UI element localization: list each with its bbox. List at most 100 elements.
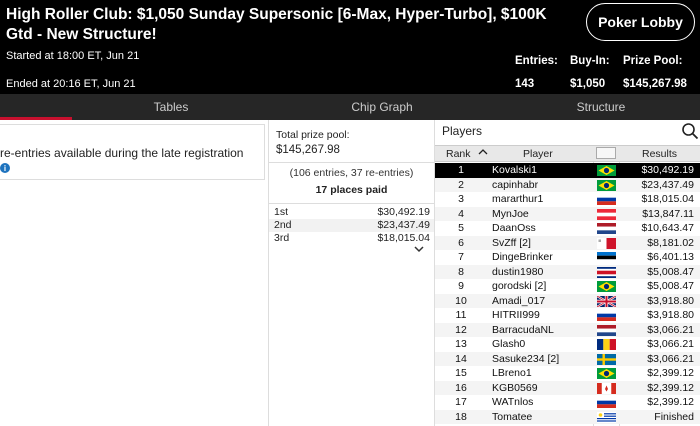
prize-pool-value: $145,267.98 xyxy=(623,78,687,90)
players-panel: Players Rank Player Results 1 Kovalski1 $3… xyxy=(435,120,700,426)
player-name: Tomatee xyxy=(492,410,533,423)
player-row[interactable]: 9 gorodski [2] $5,008.47 xyxy=(435,279,700,294)
player-rank: 16 xyxy=(455,381,467,394)
player-result: $30,492.19 xyxy=(641,164,694,176)
poker-lobby-button[interactable]: Poker Lobby xyxy=(586,3,695,41)
player-row[interactable]: 4 MynJoe $13,847.11 xyxy=(435,206,700,221)
player-row[interactable]: 10 Amadi_017 $3,918.80 xyxy=(435,293,700,308)
payout-row: 2nd $23,437.49 xyxy=(269,219,434,232)
player-result: $3,066.21 xyxy=(647,323,694,336)
payout-amount: $30,492.19 xyxy=(377,206,430,218)
player-name: mararthur1 xyxy=(492,193,544,205)
start-time: Started at 18:00 ET, Jun 21 xyxy=(6,50,140,62)
player-column-header[interactable]: Player xyxy=(523,148,553,160)
rank-column-header[interactable]: Rank xyxy=(446,148,471,160)
player-name: gorodski [2] xyxy=(492,280,547,292)
player-name: HITRII999 xyxy=(492,309,540,321)
sweden-flag-icon xyxy=(597,353,616,365)
player-name: SvZff [2] xyxy=(492,236,531,249)
player-name: KGB0569 xyxy=(492,381,538,394)
player-result: $6,401.13 xyxy=(647,251,694,263)
player-rank: 4 xyxy=(458,207,464,220)
canada-flag-icon xyxy=(597,382,616,394)
chevron-down-icon[interactable] xyxy=(409,245,429,255)
payout-place: 1st xyxy=(274,206,289,218)
total-prize-pool-value: $145,267.98 xyxy=(276,144,340,156)
player-name: DingeBrinker xyxy=(492,251,553,263)
player-result: $5,008.47 xyxy=(647,265,694,278)
player-row[interactable]: 18 Tomatee Finished xyxy=(435,409,700,424)
costa-rica-flag-icon xyxy=(597,266,616,278)
active-tab-indicator xyxy=(0,117,72,120)
tab-tables[interactable]: Tables xyxy=(96,94,246,120)
player-name: BarracudaNL xyxy=(492,323,554,336)
player-result: $3,066.21 xyxy=(647,352,694,365)
tab-structure[interactable]: Structure xyxy=(526,94,676,120)
player-name: WATnlos xyxy=(492,396,534,408)
results-column-header[interactable]: Results xyxy=(642,148,677,160)
estonia-flag-icon xyxy=(597,252,616,263)
buyin-label: Buy-In: xyxy=(570,55,610,67)
brazil-flag-icon xyxy=(597,179,616,191)
player-row[interactable]: 3 mararthur1 $18,015.04 xyxy=(435,192,700,207)
player-result: $8,181.02 xyxy=(647,236,694,249)
romania-flag-icon xyxy=(597,339,616,350)
player-result: $3,066.21 xyxy=(647,338,694,350)
player-row[interactable]: 13 Glash0 $3,066.21 xyxy=(435,337,700,352)
tab-chip-graph[interactable]: Chip Graph xyxy=(307,94,457,120)
payout-place: 3rd xyxy=(274,232,290,244)
player-rank: 7 xyxy=(458,251,464,263)
player-row[interactable]: 16 KGB0569 $2,399.12 xyxy=(435,380,700,395)
player-rank: 1 xyxy=(458,164,464,176)
payout-row: 3rd $18,015.04 xyxy=(269,232,434,245)
player-rank: 14 xyxy=(455,352,467,365)
payout-place: 2nd xyxy=(274,219,292,231)
player-name: Kovalski1 xyxy=(492,164,537,176)
player-row[interactable]: 11 HITRII999 $3,918.80 xyxy=(435,308,700,323)
info-icon[interactable]: i xyxy=(0,163,10,173)
payout-amount: $23,437.49 xyxy=(377,219,430,231)
divider xyxy=(269,162,434,163)
brazil-flag-icon xyxy=(597,165,616,176)
player-row[interactable]: 12 BarracudaNL $3,066.21 xyxy=(435,322,700,337)
austria-flag-icon xyxy=(597,208,616,220)
tournament-header: High Roller Club: $1,050 Sunday Superson… xyxy=(0,0,700,94)
russia-flag-icon xyxy=(597,397,616,408)
player-row[interactable]: 6 SvZff [2] $8,181.02 xyxy=(435,235,700,250)
players-table-header: Rank Player Results xyxy=(435,145,700,162)
player-row[interactable]: 8 dustin1980 $5,008.47 xyxy=(435,264,700,279)
player-row[interactable]: 2 capinhabr $23,437.49 xyxy=(435,177,700,192)
player-row[interactable]: 15 LBreno1 $2,399.12 xyxy=(435,366,700,381)
player-row[interactable]: 14 Sasuke234 [2] $3,066.21 xyxy=(435,351,700,366)
player-result: $10,643.47 xyxy=(641,222,694,234)
uruguay-flag-icon xyxy=(597,411,616,423)
player-row[interactable]: 5 DaanOss $10,643.47 xyxy=(435,221,700,236)
total-prize-pool-label: Total prize pool: xyxy=(276,129,350,141)
entries-value: 143 xyxy=(515,78,535,90)
search-icon[interactable] xyxy=(681,122,699,140)
player-row[interactable]: 1 Kovalski1 $30,492.19 xyxy=(435,163,700,178)
russia-flag-icon xyxy=(597,310,616,321)
players-title: Players xyxy=(442,124,483,138)
player-result: Finished xyxy=(654,410,694,423)
player-result: $13,847.11 xyxy=(642,207,694,220)
late-registration-notice: re-entries available during the late reg… xyxy=(0,124,265,180)
places-paid: 17 places paid xyxy=(315,184,388,196)
player-rank: 10 xyxy=(455,294,467,307)
divider xyxy=(269,203,434,204)
player-row[interactable]: 17 WATnlos $2,399.12 xyxy=(435,395,700,410)
sort-ascending-icon[interactable] xyxy=(478,147,488,160)
player-name: capinhabr xyxy=(492,178,539,191)
player-rank: 11 xyxy=(455,309,467,321)
player-name: Glash0 xyxy=(492,338,526,350)
player-row[interactable]: 7 DingeBrinker $6,401.13 xyxy=(435,250,700,265)
uk-flag-icon xyxy=(596,294,617,308)
netherlands-flag-icon xyxy=(597,223,616,234)
buyin-value: $1,050 xyxy=(570,78,606,90)
player-name: MynJoe xyxy=(492,207,529,220)
player-rank: 5 xyxy=(458,222,464,234)
tournament-title: High Roller Club: $1,050 Sunday Superson… xyxy=(6,6,547,43)
player-rank: 8 xyxy=(458,265,464,278)
player-result: $3,918.80 xyxy=(647,294,694,307)
player-result: $5,008.47 xyxy=(647,280,694,292)
